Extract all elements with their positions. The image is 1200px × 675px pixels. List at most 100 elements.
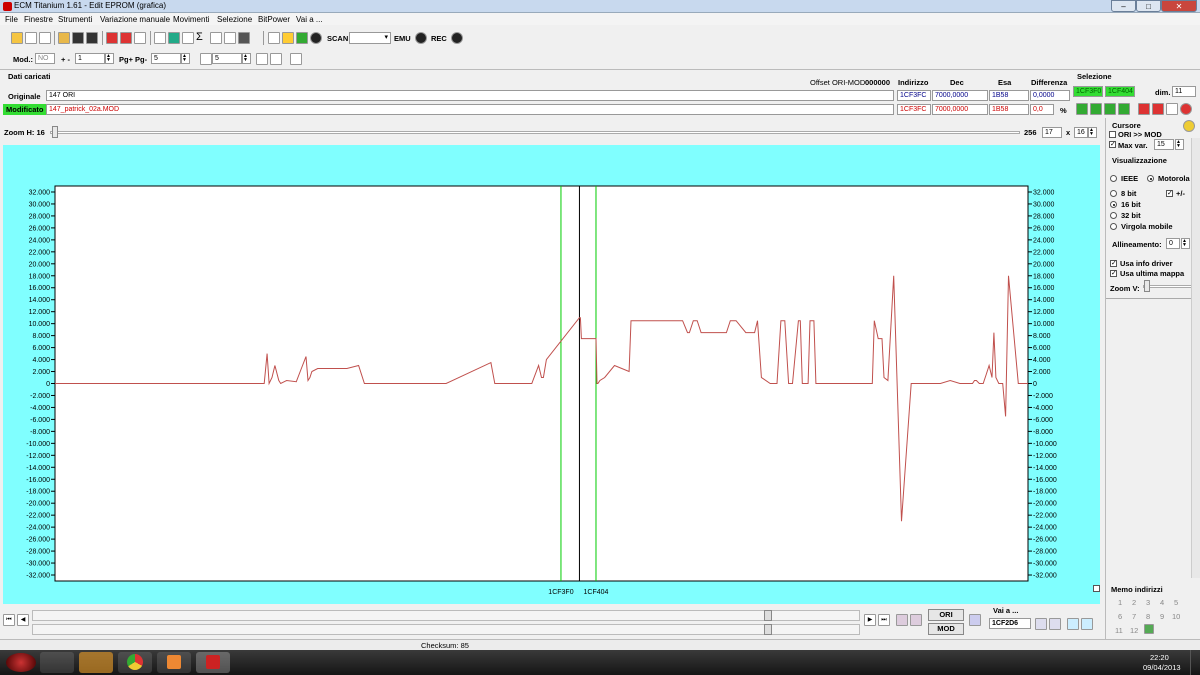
goto-ori-icon[interactable] — [1035, 618, 1047, 630]
goto-forward-icon[interactable] — [1081, 618, 1093, 630]
percent-icon[interactable]: % — [1060, 106, 1067, 115]
scroll-track-bottom[interactable] — [32, 624, 860, 635]
prev-page-icon[interactable]: ◀ — [17, 614, 29, 626]
memo-10[interactable]: 10 — [1172, 612, 1180, 621]
browse-icon[interactable] — [39, 32, 51, 44]
record-dot-icon[interactable] — [310, 32, 322, 44]
zoom-h-track[interactable] — [50, 131, 1020, 134]
sel-power-icon[interactable] — [1180, 103, 1192, 115]
col-spinner[interactable]: ▲ ▼ — [242, 53, 251, 64]
originale-file-field[interactable]: 147 ORI — [46, 90, 894, 101]
copy-icon[interactable] — [154, 32, 166, 44]
step-spinner[interactable]: ▲ ▼ — [105, 53, 114, 64]
menu-vai-a[interactable]: Vai a ... — [296, 15, 323, 24]
run-icon[interactable] — [296, 32, 308, 44]
eprom-graph[interactable]: 32.000 32.000 30.000 30.000 28.000 28.000 26.0… — [3, 145, 1100, 604]
mark-prev-icon[interactable] — [896, 614, 908, 626]
menu-variazione-manuale[interactable]: Variazione manuale — [100, 15, 170, 24]
goto-back-icon[interactable] — [1067, 618, 1079, 630]
sel-next-icon[interactable] — [1104, 103, 1116, 115]
folder-icon[interactable] — [58, 32, 70, 44]
taskbar-media-icon[interactable] — [157, 652, 191, 673]
goto-mod-icon[interactable] — [1049, 618, 1061, 630]
view3-icon[interactable] — [290, 53, 302, 65]
mark-next-icon[interactable] — [910, 614, 922, 626]
zoom-count-field[interactable]: 17 — [1042, 127, 1062, 138]
max-var-checkbox[interactable]: ✓ — [1109, 141, 1116, 148]
flag-icon[interactable] — [969, 614, 981, 626]
menu-finestre[interactable]: Finestre — [24, 15, 53, 24]
zoom-factor-spinner[interactable]: ▲ ▼ — [1088, 127, 1097, 138]
menu-bitpower[interactable]: BitPower — [258, 15, 290, 24]
memo-3[interactable]: 3 — [1146, 598, 1150, 607]
memo-7[interactable]: 7 — [1132, 612, 1136, 621]
memo-11[interactable]: 11 — [1115, 626, 1123, 635]
originale-indirizzo[interactable]: 1CF3FC — [897, 90, 931, 101]
save-icon[interactable] — [72, 32, 84, 44]
sel-last-icon[interactable] — [1118, 103, 1130, 115]
scroll-track-top[interactable] — [32, 610, 860, 621]
graph-icon[interactable] — [224, 32, 236, 44]
scroll-thumb-bottom[interactable] — [764, 624, 772, 635]
originale-esa[interactable]: 1B58 — [989, 90, 1029, 101]
32bit-radio[interactable] — [1110, 212, 1117, 219]
maximize-button[interactable]: □ — [1136, 0, 1161, 12]
menu-strumenti[interactable]: Strumenti — [58, 15, 92, 24]
memo-toggle-checkbox[interactable] — [1093, 585, 1100, 592]
step-field[interactable]: 1 — [75, 53, 105, 64]
settings-gear-icon[interactable] — [1183, 120, 1195, 132]
allineamento-spinner[interactable]: ▲ ▼ — [1181, 238, 1190, 249]
memo-12[interactable]: 12 — [1130, 626, 1138, 635]
originale-dec[interactable]: 7000,0000 — [932, 90, 988, 101]
sel-first-icon[interactable] — [1076, 103, 1088, 115]
max-var-spinner[interactable]: ▲ ▼ — [1175, 139, 1184, 150]
next-page-icon[interactable]: ▶ — [864, 614, 876, 626]
mod-button[interactable]: MOD — [928, 623, 964, 635]
taskbar-chrome-icon[interactable] — [118, 652, 152, 673]
lock-icon[interactable] — [282, 32, 294, 44]
view2-icon[interactable] — [270, 53, 282, 65]
sel-paste-icon[interactable] — [1152, 103, 1164, 115]
ieee-radio[interactable] — [1110, 175, 1117, 182]
selection-end[interactable]: 1CF404 — [1105, 86, 1135, 97]
checksum-icon[interactable] — [106, 32, 118, 44]
taskbar-explorer-icon[interactable] — [40, 652, 74, 673]
tools-icon[interactable] — [182, 32, 194, 44]
memo-4[interactable]: 4 — [1160, 598, 1164, 607]
start-button-icon[interactable] — [6, 653, 36, 672]
sigma-icon[interactable]: Σ — [196, 32, 208, 44]
sel-copy-icon[interactable] — [1138, 103, 1150, 115]
menu-file[interactable]: File — [5, 15, 18, 24]
minimize-button[interactable]: – — [1111, 0, 1136, 12]
modificato-indirizzo[interactable]: 1CF3FC — [897, 104, 931, 115]
last-page-icon[interactable]: ⏭ — [878, 614, 890, 626]
ori-button[interactable]: ORI — [928, 609, 964, 621]
home-icon[interactable] — [11, 32, 23, 44]
vai-field[interactable]: 1CF2D6 — [989, 618, 1031, 629]
modificato-dec[interactable]: 7000,0000 — [932, 104, 988, 115]
zoom-factor-field[interactable]: 16 — [1074, 127, 1088, 138]
max-var-field[interactable]: 15 — [1154, 139, 1174, 150]
memo-9[interactable]: 9 — [1160, 612, 1164, 621]
side-scrollbar[interactable] — [1191, 138, 1200, 578]
first-page-icon[interactable]: ⏮ — [3, 614, 15, 626]
usa-info-checkbox[interactable]: ✓ — [1110, 260, 1117, 267]
close-button[interactable]: ✕ — [1161, 0, 1197, 12]
memo-6[interactable]: 6 — [1118, 612, 1122, 621]
driver-icon[interactable] — [168, 32, 180, 44]
view1-icon[interactable] — [256, 53, 268, 65]
open-icon[interactable] — [25, 32, 37, 44]
table-icon[interactable] — [134, 32, 146, 44]
col-field[interactable]: 5 — [212, 53, 242, 64]
compare-icon[interactable] — [120, 32, 132, 44]
scan-select[interactable]: ▾ — [349, 32, 391, 44]
memo-8[interactable]: 8 — [1146, 612, 1150, 621]
memo-2[interactable]: 2 — [1132, 598, 1136, 607]
zoom-h-thumb[interactable] — [52, 126, 58, 138]
modificato-file-field[interactable]: 147_patrick_02a.MOD — [46, 104, 894, 115]
tray-icons[interactable] — [1005, 657, 1125, 667]
binoculars-icon[interactable] — [238, 32, 250, 44]
taskbar-outlook-icon[interactable] — [79, 652, 113, 673]
print-icon[interactable] — [268, 32, 280, 44]
modificato-diff[interactable]: 0,0 — [1030, 104, 1054, 115]
